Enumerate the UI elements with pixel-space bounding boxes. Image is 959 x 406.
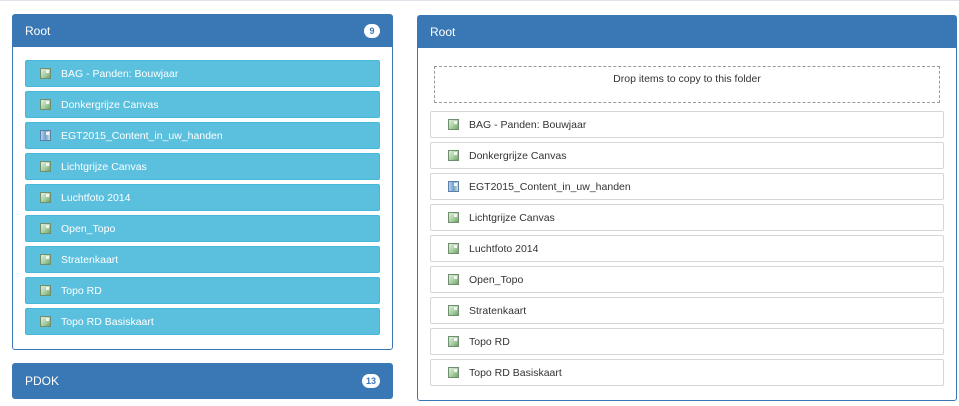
map-layer-icon (40, 316, 51, 327)
map-layer-icon (448, 274, 459, 285)
item-count-badge: 9 (364, 24, 380, 38)
map-layer-alt-icon (40, 130, 51, 141)
draggable-layer-item[interactable]: Topo RD Basiskaart (25, 308, 380, 335)
layer-label: Luchtfoto 2014 (469, 242, 539, 255)
layer-label: Stratenkaart (61, 253, 119, 266)
map-layer-icon (40, 161, 51, 172)
pdok-folder-panel[interactable]: PDOK 13 (12, 363, 393, 399)
layer-label: Open_Topo (469, 273, 524, 286)
folder-layer-item[interactable]: EGT2015_Content_in_uw_handen (430, 173, 944, 200)
map-layer-icon (40, 68, 51, 79)
target-folder-header: Root (418, 16, 956, 48)
pdok-folder-title: PDOK (25, 374, 60, 388)
map-layer-icon (448, 243, 459, 254)
folder-layer-item[interactable]: Donkergrijze Canvas (430, 142, 944, 169)
source-item-list: BAG - Panden: Bouwjaar Donkergrijze Canva… (13, 47, 392, 335)
source-folder-header[interactable]: Root 9 (13, 15, 392, 47)
source-folder-panel: Root 9 BAG - Panden: Bouwjaar Donkergrijz… (12, 14, 393, 350)
draggable-layer-item[interactable]: Lichtgrijze Canvas (25, 153, 380, 180)
layer-label: Topo RD Basiskaart (469, 366, 562, 379)
folder-layer-item[interactable]: BAG - Panden: Bouwjaar (430, 111, 944, 138)
draggable-layer-item[interactable]: Donkergrijze Canvas (25, 91, 380, 118)
layer-label: Open_Topo (61, 222, 116, 235)
layer-label: BAG - Panden: Bouwjaar (61, 67, 179, 80)
map-layer-icon (448, 150, 459, 161)
map-layer-icon (40, 99, 51, 110)
draggable-layer-item[interactable]: Open_Topo (25, 215, 380, 242)
map-layer-icon (448, 119, 459, 130)
layer-label: Stratenkaart (469, 304, 527, 317)
folder-layer-item[interactable]: Topo RD Basiskaart (430, 359, 944, 386)
top-divider (0, 0, 959, 4)
map-layer-icon (40, 254, 51, 265)
map-layer-icon (448, 305, 459, 316)
layer-label: EGT2015_Content_in_uw_handen (61, 129, 223, 142)
folder-layer-item[interactable]: Topo RD (430, 328, 944, 355)
map-layer-alt-icon (448, 181, 459, 192)
layer-label: Topo RD (61, 284, 102, 297)
layer-label: BAG - Panden: Bouwjaar (469, 118, 587, 131)
source-folder-title: Root (25, 24, 51, 38)
drop-zone-text: Drop items to copy to this folder (613, 73, 761, 85)
draggable-layer-item[interactable]: Luchtfoto 2014 (25, 184, 380, 211)
target-folder-panel: Root Drop items to copy to this folder B… (417, 15, 957, 401)
draggable-layer-item[interactable]: Topo RD (25, 277, 380, 304)
map-layer-icon (40, 223, 51, 234)
pdok-folder-header[interactable]: PDOK 13 (13, 364, 392, 398)
map-layer-icon (448, 212, 459, 223)
map-layer-icon (448, 367, 459, 378)
draggable-layer-item[interactable]: Stratenkaart (25, 246, 380, 273)
layer-label: Topo RD Basiskaart (61, 315, 154, 328)
target-item-list: BAG - Panden: Bouwjaar Donkergrijze Canva… (418, 103, 956, 386)
map-layer-icon (448, 336, 459, 347)
item-count-badge: 13 (361, 374, 380, 388)
layer-label: Topo RD (469, 335, 510, 348)
folder-layer-item[interactable]: Luchtfoto 2014 (430, 235, 944, 262)
map-layer-icon (40, 192, 51, 203)
folder-layer-item[interactable]: Lichtgrijze Canvas (430, 204, 944, 231)
target-folder-title: Root (430, 25, 456, 39)
layer-label: Luchtfoto 2014 (61, 191, 131, 204)
folder-layer-item[interactable]: Open_Topo (430, 266, 944, 293)
draggable-layer-item[interactable]: EGT2015_Content_in_uw_handen (25, 122, 380, 149)
layer-label: Donkergrijze Canvas (469, 149, 567, 162)
layer-label: EGT2015_Content_in_uw_handen (469, 180, 631, 193)
layer-label: Donkergrijze Canvas (61, 98, 159, 111)
layer-label: Lichtgrijze Canvas (61, 160, 147, 173)
draggable-layer-item[interactable]: BAG - Panden: Bouwjaar (25, 60, 380, 87)
drop-zone[interactable]: Drop items to copy to this folder (434, 66, 940, 103)
layer-label: Lichtgrijze Canvas (469, 211, 555, 224)
map-layer-icon (40, 285, 51, 296)
folder-layer-item[interactable]: Stratenkaart (430, 297, 944, 324)
